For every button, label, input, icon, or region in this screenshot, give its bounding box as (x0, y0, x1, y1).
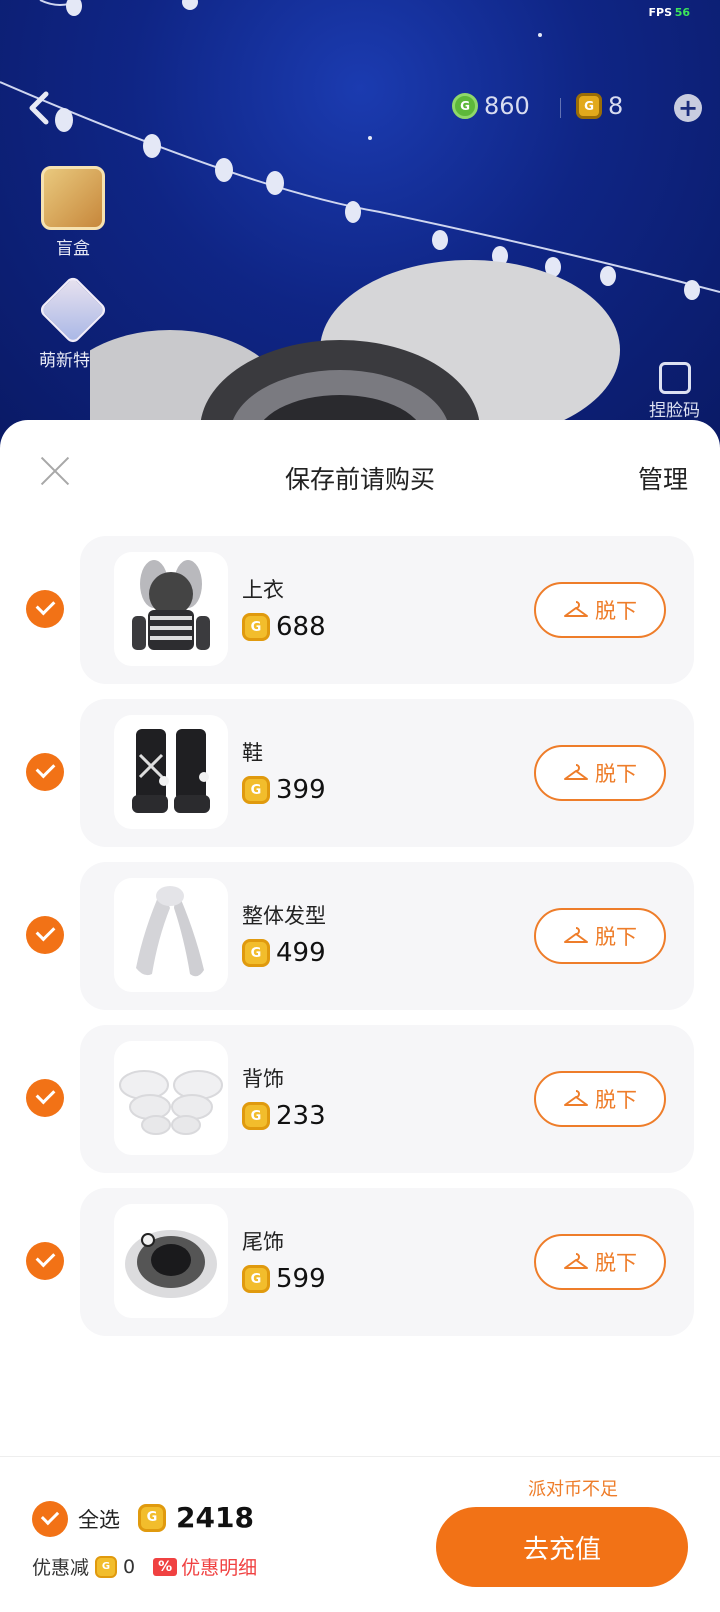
take-off-button[interactable]: 脱下 (534, 908, 666, 964)
face-code-entry[interactable]: 捏脸码 (649, 362, 700, 421)
currency-divider (560, 98, 561, 118)
fps-label: FPS (648, 6, 673, 19)
green-currency-display: G 860 (452, 92, 530, 120)
item-price-value: 233 (276, 1101, 326, 1131)
item-price: G 399 (242, 775, 326, 805)
gift-box-icon (41, 166, 105, 230)
green-coin-icon: G (452, 93, 478, 119)
discount-value: 0 (123, 1555, 136, 1578)
item-checkbox[interactable] (26, 1242, 64, 1280)
item-card[interactable]: 整体发型 G 499 脱下 (80, 862, 694, 1010)
discount-detail-link[interactable]: % 优惠明细 (153, 1553, 257, 1580)
insufficient-balance-notice: 派对币不足 (528, 1479, 618, 1500)
item-name: 尾饰 (242, 1230, 284, 1254)
tail-thumbnail (114, 1204, 228, 1318)
hairstyle-thumbnail (114, 878, 228, 992)
mystery-box-entry[interactable]: 盲盒 (30, 166, 116, 259)
take-off-button[interactable]: 脱下 (534, 582, 666, 638)
select-all-checkbox[interactable] (32, 1501, 68, 1537)
item-checkbox[interactable] (26, 916, 64, 954)
take-off-label: 脱下 (595, 599, 637, 623)
hanger-icon (564, 927, 588, 943)
sheet-header: 保存前请购买 管理 (0, 420, 720, 522)
game-scene-background: FPS 56 G 860 G 8 + 盲盒 萌新特惠 捏脸码 (0, 0, 720, 440)
item-checkbox[interactable] (26, 590, 64, 628)
total-price-value: 2418 (176, 1501, 254, 1534)
total-price: G 2418 (138, 1501, 254, 1534)
select-all-toggle[interactable]: 全选 (32, 1501, 120, 1537)
discount-detail-label: 优惠明细 (181, 1557, 258, 1579)
item-card[interactable]: 尾饰 G 599 脱下 (80, 1188, 694, 1336)
gold-currency-display: G 8 (576, 92, 623, 120)
item-price: G 233 (242, 1101, 326, 1131)
select-all-label: 全选 (78, 1508, 120, 1532)
gold-coin-icon: G (242, 1265, 270, 1293)
hanger-icon (564, 601, 588, 617)
item-price-value: 499 (276, 938, 326, 968)
gold-coin-icon: G (138, 1503, 166, 1532)
item-checkbox[interactable] (26, 753, 64, 791)
list-item: 鞋 G 399 脱下 (0, 699, 720, 862)
fps-value: 56 (674, 6, 690, 19)
item-name: 鞋 (242, 741, 263, 765)
gold-coin-icon: G (242, 1102, 270, 1130)
item-price: G 599 (242, 1264, 326, 1294)
face-code-icon (658, 362, 691, 394)
list-item: 上衣 G 688 脱下 (0, 536, 720, 699)
item-price: G 499 (242, 938, 326, 968)
item-list: 上衣 G 688 脱下 鞋 G 399 脱下 整体发型 G 499 脱下 背饰 … (0, 536, 720, 1351)
boots-thumbnail (114, 715, 228, 829)
item-price-value: 688 (276, 612, 326, 642)
gold-coin-icon: G (242, 939, 270, 967)
list-item: 尾饰 G 599 脱下 (0, 1188, 720, 1351)
gold-coin-icon: G (576, 93, 602, 119)
take-off-button[interactable]: 脱下 (534, 1071, 666, 1127)
character-outfit-preview (90, 260, 620, 440)
wings-thumbnail (114, 1041, 228, 1155)
take-off-label: 脱下 (595, 925, 637, 949)
discount-tag-icon: % (153, 1557, 178, 1576)
checkout-footer: 全选 G 2418 优惠减 G 0 % 优惠明细 派对币不足 去充值 (0, 1456, 720, 1612)
take-off-button[interactable]: 脱下 (534, 745, 666, 801)
list-item: 整体发型 G 499 脱下 (0, 862, 720, 1025)
green-currency-amount: 860 (484, 92, 530, 120)
hanger-icon (564, 764, 588, 780)
item-price-value: 599 (276, 1264, 326, 1294)
item-name: 背饰 (242, 1067, 284, 1091)
hanger-icon (564, 1253, 588, 1269)
discount-row: 优惠减 G 0 % 优惠明细 (32, 1553, 257, 1580)
item-card[interactable]: 背饰 G 233 脱下 (80, 1025, 694, 1173)
gold-currency-amount: 8 (608, 92, 624, 120)
manage-button[interactable]: 管理 (638, 460, 688, 496)
item-name: 整体发型 (242, 904, 326, 928)
item-price: G 688 (242, 612, 326, 642)
purchase-before-save-sheet: 保存前请购买 管理 上衣 G 688 脱下 鞋 G 399 脱下 整体发型 G … (0, 420, 720, 1612)
gold-coin-icon: G (242, 776, 270, 804)
take-off-label: 脱下 (595, 762, 637, 786)
recharge-button[interactable]: 去充值 (436, 1507, 688, 1587)
discount-label: 优惠减 (32, 1557, 90, 1579)
face-code-label: 捏脸码 (649, 401, 700, 421)
list-item: 背饰 G 233 脱下 (0, 1025, 720, 1188)
hanger-icon (564, 1090, 588, 1106)
mystery-box-label: 盲盒 (56, 239, 90, 259)
back-arrow-icon[interactable] (22, 88, 58, 128)
take-off-label: 脱下 (595, 1088, 637, 1112)
sheet-title: 保存前请购买 (284, 465, 435, 494)
gold-coin-icon: G (95, 1555, 118, 1578)
take-off-button[interactable]: 脱下 (534, 1234, 666, 1290)
item-checkbox[interactable] (26, 1079, 64, 1117)
add-currency-plus-icon[interactable]: + (674, 94, 702, 122)
top-clothing-thumbnail (114, 552, 228, 666)
item-name: 上衣 (242, 578, 284, 602)
gold-coin-icon: G (242, 613, 270, 641)
item-price-value: 399 (276, 775, 326, 805)
take-off-label: 脱下 (595, 1251, 637, 1275)
item-card[interactable]: 上衣 G 688 脱下 (80, 536, 694, 684)
item-card[interactable]: 鞋 G 399 脱下 (80, 699, 694, 847)
